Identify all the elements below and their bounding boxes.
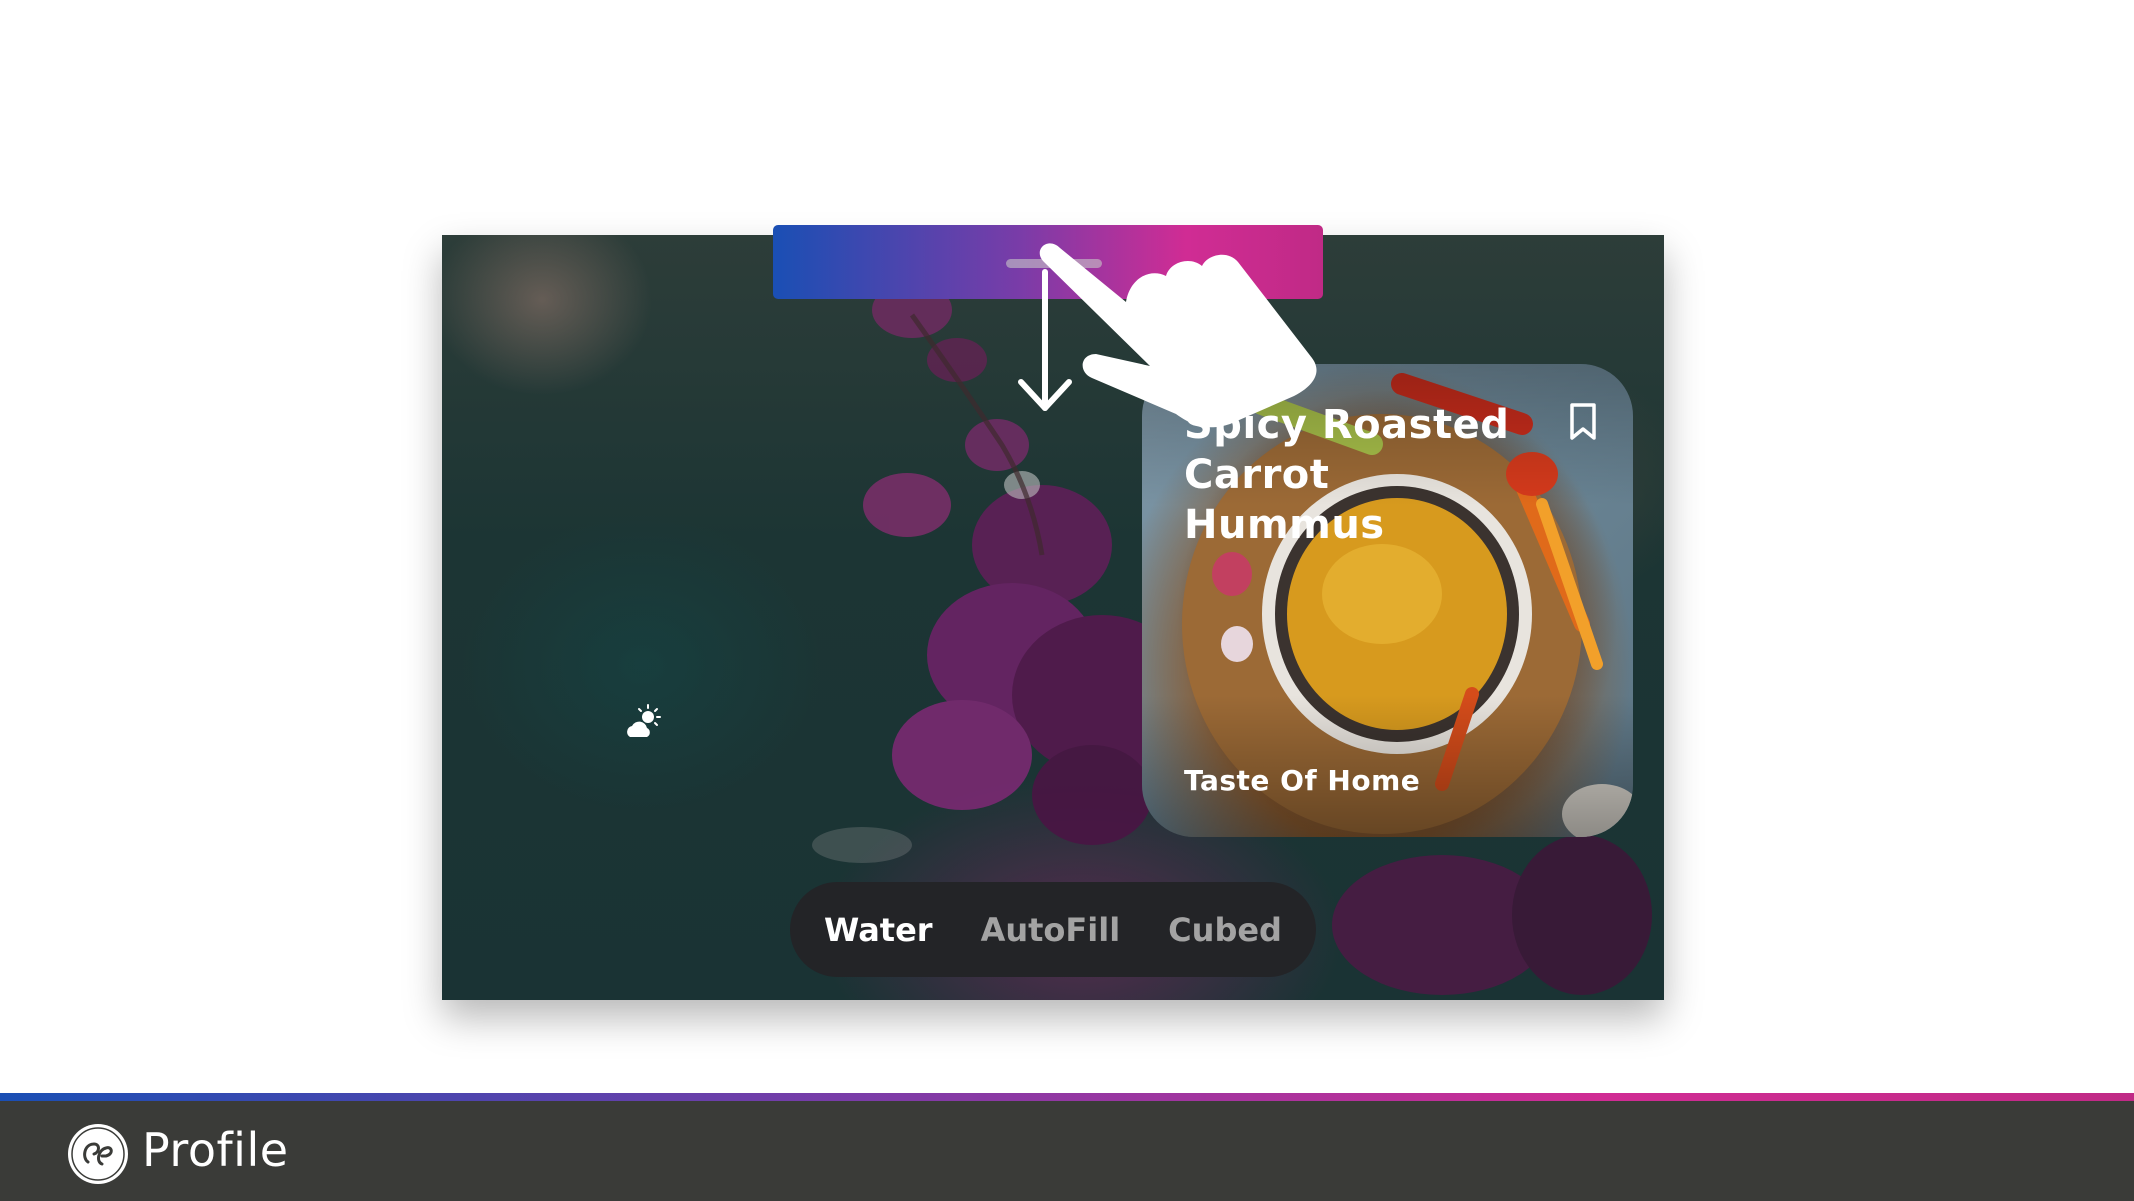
footer-gradient-bar bbox=[0, 1093, 2134, 1101]
dispenser-option-water[interactable]: Water bbox=[824, 911, 933, 949]
dispenser-option-autofill[interactable]: AutoFill bbox=[981, 911, 1121, 949]
brand-name: Profile bbox=[142, 1123, 289, 1177]
pointing-hand-icon bbox=[1039, 243, 1317, 428]
dispenser-selector: Water AutoFill Cubed bbox=[790, 882, 1316, 977]
bookmark-icon[interactable] bbox=[1568, 402, 1598, 442]
ge-monogram-icon bbox=[68, 1124, 128, 1184]
recipe-card[interactable]: Spicy Roasted Carrot Hummus Taste Of Hom… bbox=[1142, 364, 1633, 837]
recipe-source: Taste Of Home bbox=[1184, 764, 1421, 797]
partly-sunny-icon bbox=[627, 704, 661, 737]
footer: Profile bbox=[0, 1101, 2134, 1201]
dispenser-option-cubed[interactable]: Cubed bbox=[1168, 911, 1282, 949]
